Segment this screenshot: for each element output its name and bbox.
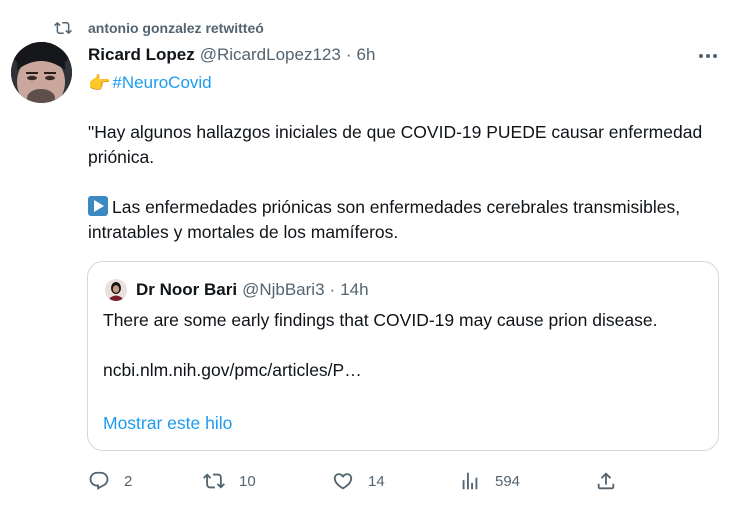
hashtag-line: 👉 #NeuroCovid — [88, 71, 212, 95]
views-button[interactable]: 594 — [459, 468, 520, 494]
quoted-tweet-timestamp[interactable]: 14h — [340, 280, 368, 300]
pointing-hand-emoji: 👉 — [88, 72, 111, 93]
views-icon — [462, 472, 478, 490]
tweet-body: "Hay algunos hallazgos iniciales de que … — [88, 120, 718, 245]
author-avatar[interactable] — [11, 42, 72, 103]
quoted-author-avatar[interactable] — [105, 279, 127, 301]
more-options-icon[interactable] — [696, 46, 720, 66]
reply-count: 2 — [124, 472, 133, 490]
tweet-paragraph-1: "Hay algunos hallazgos iniciales de que … — [88, 122, 703, 167]
retweet-count: 10 — [239, 472, 256, 490]
author-name[interactable]: Ricard Lopez — [88, 45, 195, 65]
like-count: 14 — [368, 472, 385, 490]
retweet-icon — [54, 21, 72, 35]
tweet-paragraph-2: Las enfermedades priónicas son enfermeda… — [88, 195, 718, 245]
tweet-timestamp[interactable]: 6h — [357, 45, 376, 65]
separator-dot: · — [345, 45, 352, 64]
hashtag-link[interactable]: #NeuroCovid — [112, 73, 211, 93]
like-button[interactable]: 14 — [332, 468, 385, 494]
like-icon — [333, 473, 353, 490]
reply-icon — [89, 471, 109, 490]
quoted-tweet-link[interactable]: ncbi.nlm.nih.gov/pmc/articles/P… — [103, 358, 703, 383]
author-handle[interactable]: @RicardLopez123 — [200, 45, 341, 65]
quoted-tweet-header: Dr Noor Bari @NjbBari3 · 14h — [105, 278, 369, 302]
retweeted-by-text[interactable]: antonio gonzalez retwitteó — [88, 20, 264, 36]
quoted-tweet-text: There are some early findings that COVID… — [103, 310, 658, 330]
retweet-icon — [203, 473, 225, 489]
tweet-actions-bar: 2 10 14 594 — [0, 468, 752, 494]
share-icon — [597, 472, 615, 490]
quoted-author-name[interactable]: Dr Noor Bari — [136, 280, 237, 300]
tweet-header: Ricard Lopez @RicardLopez123 · 6h — [88, 43, 375, 67]
views-count: 594 — [495, 472, 521, 490]
quoted-tweet-body: There are some early findings that COVID… — [103, 308, 703, 383]
reply-button[interactable]: 2 — [88, 468, 132, 494]
retweet-button[interactable]: 10 — [203, 468, 256, 494]
tweet-paragraph-2-text: Las enfermedades priónicas son enfermeda… — [88, 197, 681, 242]
play-button-icon — [88, 196, 108, 216]
quoted-author-handle[interactable]: @NjbBari3 — [242, 280, 324, 300]
separator-dot: · — [329, 280, 336, 299]
show-thread-link[interactable]: Mostrar este hilo — [103, 411, 232, 436]
share-button[interactable] — [595, 468, 617, 494]
quoted-tweet-card[interactable]: Dr Noor Bari @NjbBari3 · 14h There are s… — [87, 261, 719, 451]
